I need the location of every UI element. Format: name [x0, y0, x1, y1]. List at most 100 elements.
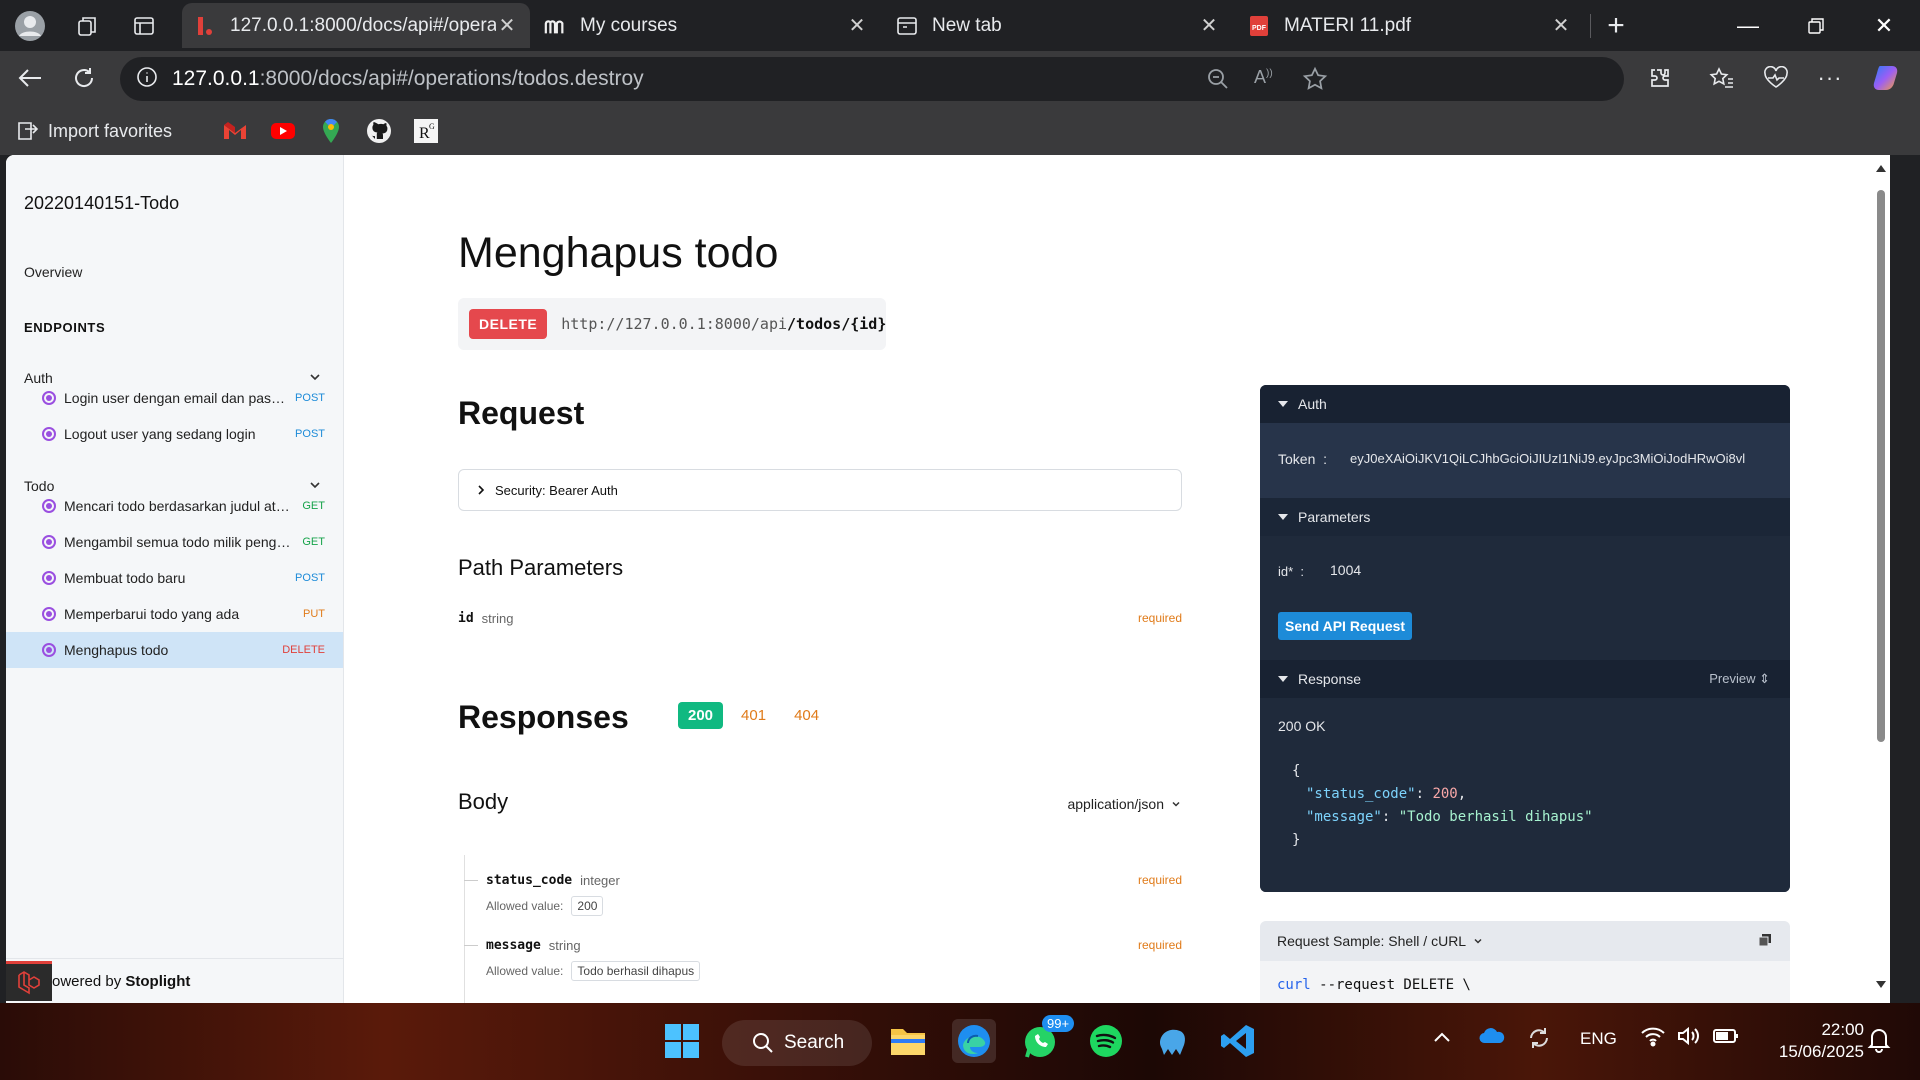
scroll-up-icon[interactable]	[1876, 165, 1886, 172]
close-tab-icon[interactable]: ✕	[496, 13, 518, 38]
preview-toggle[interactable]: Preview ⇕	[1709, 671, 1770, 687]
response-tab-200[interactable]: 200	[678, 702, 724, 729]
send-api-request-button[interactable]: Send API Request	[1278, 612, 1413, 640]
response-tab-401[interactable]: 401	[731, 702, 776, 729]
sidebar-item-search-todo[interactable]: Mencari todo berdasarkan judul atau ... …	[6, 488, 343, 524]
scrollbar-thumb[interactable]	[1877, 190, 1885, 742]
taskbar-search[interactable]: Search	[722, 1020, 872, 1066]
sidebar-overview-link[interactable]: Overview	[24, 264, 82, 280]
security-accordion[interactable]: Security: Bearer Auth	[458, 469, 1182, 511]
vscode-icon[interactable]	[1216, 1019, 1260, 1063]
profile-avatar[interactable]	[12, 8, 48, 44]
response-code-tabs: 200 401 404	[678, 702, 837, 729]
page-scrollbar[interactable]	[1872, 155, 1890, 1003]
method-tag: POST	[295, 392, 325, 404]
new-tab-plus-icon[interactable]: +	[1598, 8, 1634, 44]
gmail-icon[interactable]	[222, 118, 248, 144]
browser-essentials-icon[interactable]	[1758, 60, 1794, 96]
auth-section-header[interactable]: Auth	[1260, 385, 1790, 423]
param-id-input[interactable]: 1004	[1330, 562, 1361, 578]
file-explorer-icon[interactable]	[886, 1019, 930, 1063]
language-indicator[interactable]: ENG	[1580, 1029, 1617, 1049]
url-text[interactable]: 127.0.0.1:8000/docs/api#/operations/todo…	[172, 67, 644, 91]
token-label: Token :	[1278, 451, 1328, 467]
endpoint-url-box: DELETE http://127.0.0.1:8000/api/todos/{…	[458, 298, 886, 350]
sidebar-item-login[interactable]: Login user dengan email dan passw... POS…	[6, 380, 343, 416]
spotify-icon[interactable]	[1084, 1019, 1128, 1063]
sidebar-item-create-todo[interactable]: Membuat todo baru POST	[6, 560, 343, 596]
close-window-icon[interactable]: ✕	[1864, 8, 1904, 44]
tab-strip: 127.0.0.1:8000/docs/api#/operati ✕ My co…	[0, 0, 1920, 51]
svg-text:PDF: PDF	[1252, 25, 1267, 32]
volume-icon[interactable]	[1676, 1025, 1700, 1052]
sidebar-item-label: Menghapus todo	[64, 642, 169, 658]
favorite-star-icon[interactable]	[1302, 66, 1328, 97]
import-favorites-button[interactable]: Import favorites	[16, 118, 172, 144]
back-icon[interactable]	[12, 60, 48, 96]
endpoint-icon	[42, 499, 56, 513]
battery-icon[interactable]	[1712, 1027, 1740, 1050]
response-json: { "status_code": 200, "message": "Todo b…	[1292, 763, 1593, 848]
restore-icon[interactable]	[1796, 8, 1836, 44]
read-aloud-icon[interactable]: A))	[1254, 67, 1273, 88]
onedrive-icon[interactable]	[1478, 1025, 1506, 1050]
favorites-list-icon[interactable]	[1704, 60, 1740, 96]
method-tag: DELETE	[282, 644, 325, 656]
schema-field-message: message string required Allowed value: T…	[464, 935, 1182, 981]
response-section-header[interactable]: Response Preview ⇕	[1260, 660, 1790, 698]
address-bar[interactable]: 127.0.0.1:8000/docs/api#/operations/todo…	[120, 57, 1624, 101]
tab-new-tab[interactable]: New tab ✕	[884, 3, 1232, 48]
sidebar-item-list-todos[interactable]: Mengambil semua todo milik penggu... GET	[6, 524, 343, 560]
wifi-icon[interactable]	[1640, 1025, 1666, 1052]
tab-my-courses[interactable]: My courses ✕	[532, 3, 880, 48]
tab-actions-icon[interactable]	[126, 8, 162, 44]
sidebar-item-delete-todo[interactable]: Menghapus todo DELETE	[6, 632, 343, 668]
close-tab-icon[interactable]: ✕	[846, 13, 868, 38]
start-windows-icon[interactable]	[660, 1019, 704, 1063]
powered-by-stoplight[interactable]: owered by Stoplight	[6, 958, 343, 1003]
site-info-icon[interactable]	[136, 66, 158, 93]
app-dolphin-icon[interactable]	[1150, 1019, 1194, 1063]
github-icon[interactable]	[366, 118, 392, 144]
minimize-icon[interactable]: —	[1728, 8, 1768, 44]
response-section: 200 OK { "status_code": 200, "message": …	[1260, 698, 1790, 892]
param-name: id	[458, 610, 474, 626]
token-input[interactable]: eyJ0eXAiOiJKV1QiLCJhbGciOiJIUzI1NiJ9.eyJ…	[1350, 451, 1774, 466]
edge-icon[interactable]	[952, 1019, 996, 1063]
more-menu-icon[interactable]: ···	[1812, 60, 1848, 96]
refresh-icon[interactable]	[66, 60, 102, 96]
copy-icon[interactable]	[1758, 933, 1772, 950]
system-clock[interactable]: 22:00 15/06/2025	[1779, 1019, 1864, 1063]
workspaces-icon[interactable]	[70, 8, 106, 44]
content-type-select[interactable]: application/json	[1067, 796, 1182, 812]
request-sample-header[interactable]: Request Sample: Shell / cURL	[1260, 921, 1790, 961]
tray-overflow-chevron-icon[interactable]	[1432, 1029, 1452, 1049]
project-title[interactable]: 20220140151-Todo	[24, 193, 179, 214]
zoom-out-icon[interactable]	[1206, 67, 1230, 96]
parameters-section-header[interactable]: Parameters	[1260, 498, 1790, 536]
notifications-icon[interactable]	[1866, 1025, 1892, 1058]
moodle-favicon-icon	[544, 15, 566, 37]
sidebar-item-update-todo[interactable]: Memperbarui todo yang ada PUT	[6, 596, 343, 632]
scroll-down-icon[interactable]	[1876, 981, 1886, 988]
close-tab-icon[interactable]: ✕	[1198, 13, 1220, 38]
field-name: message	[486, 937, 541, 953]
rg-icon[interactable]: RG	[414, 118, 438, 144]
parameters-section: id* : 1004 Send API Request	[1260, 536, 1790, 660]
endpoint-icon	[42, 427, 56, 441]
google-maps-icon[interactable]	[320, 118, 342, 144]
tab-api-docs[interactable]: 127.0.0.1:8000/docs/api#/operati ✕	[182, 3, 530, 48]
endpoint-icon	[42, 535, 56, 549]
youtube-icon[interactable]	[270, 118, 296, 144]
extensions-icon[interactable]	[1642, 60, 1678, 96]
search-icon	[753, 1033, 773, 1053]
sync-icon[interactable]	[1526, 1025, 1552, 1056]
response-tab-404[interactable]: 404	[784, 702, 829, 729]
copilot-icon[interactable]	[1868, 60, 1904, 96]
close-tab-icon[interactable]: ✕	[1550, 13, 1572, 38]
whatsapp-icon[interactable]: 99+	[1018, 1015, 1075, 1063]
sidebar-item-logout[interactable]: Logout user yang sedang login POST	[6, 416, 343, 452]
tab-materi-pdf[interactable]: PDF MATERI 11.pdf ✕	[1236, 3, 1584, 48]
sidebar-item-label: Login user dengan email dan passw...	[64, 390, 292, 406]
required-tag: required	[1137, 611, 1182, 625]
